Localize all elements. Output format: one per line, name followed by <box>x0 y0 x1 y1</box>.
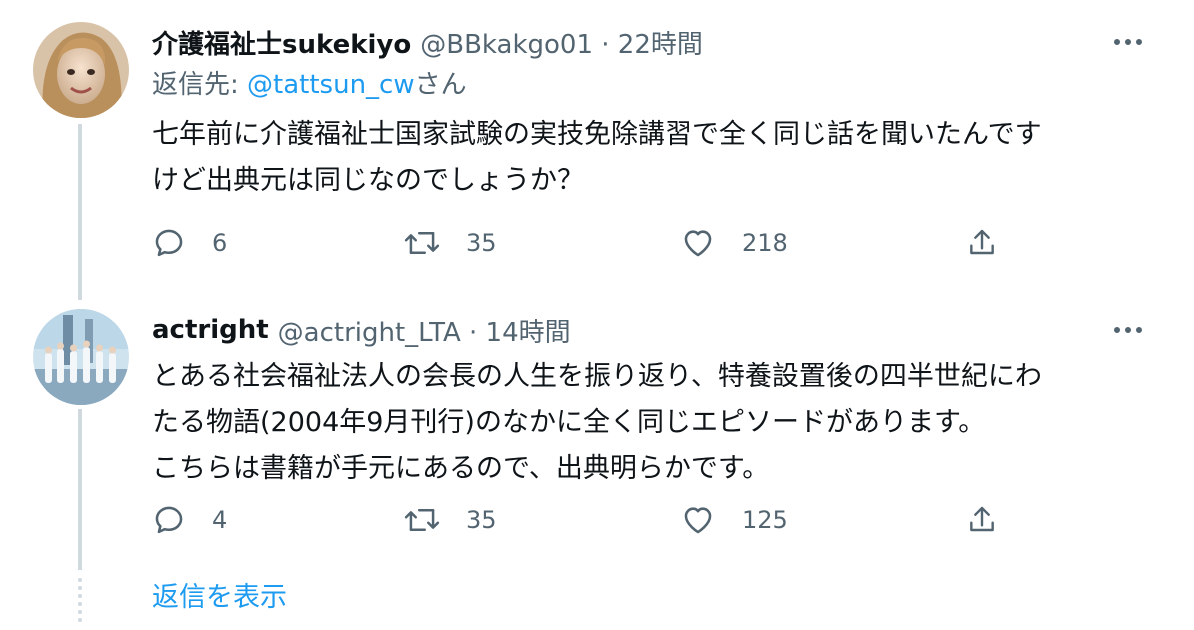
tweet-header: actright @actright_LTA · 14時間 <box>152 310 1154 350</box>
retweet-count: 35 <box>466 506 497 534</box>
avatar[interactable] <box>33 309 129 405</box>
more-horizontal-icon <box>1114 327 1142 333</box>
thread-continuation-dots <box>78 578 82 622</box>
reply-thread: 介護福祉士sukekiyo @BBkakgo01 · 22時間 返信先: @ta… <box>0 0 1194 630</box>
like-count: 218 <box>742 229 788 257</box>
tweet-actions: 4 35 125 <box>152 498 1032 542</box>
reply-to-handle-link[interactable]: @tattsun_cw <box>247 70 415 100</box>
reply-button[interactable]: 6 <box>152 221 227 265</box>
display-name[interactable]: 介護福祉士sukekiyo <box>152 24 411 61</box>
tweet-text: 七年前に介護福祉士国家試験の実技免除講習で全く同じ話を聞いたんです けど出典元は… <box>152 119 1042 196</box>
share-icon <box>970 229 994 255</box>
reply-to: 返信先: @tattsun_cwさん <box>152 62 1154 108</box>
show-replies-row: 返信を表示 <box>0 570 1194 630</box>
more-button[interactable] <box>1110 312 1146 348</box>
like-button[interactable]: 125 <box>680 498 788 542</box>
reply-bubble-icon <box>155 506 183 534</box>
more-horizontal-icon <box>1114 39 1142 45</box>
display-name[interactable]: actright <box>152 315 269 345</box>
show-replies-link[interactable]: 返信を表示 <box>152 578 287 618</box>
more-button[interactable] <box>1110 24 1146 60</box>
handle-and-time[interactable]: @actright_LTA · 14時間 <box>278 312 571 349</box>
avatar[interactable] <box>33 22 129 118</box>
retweet-button[interactable]: 35 <box>404 221 497 265</box>
tweet-text: とある社会福祉法人の会長の人生を振り返り、特養設置後の四半世紀にわ たる物語(2… <box>152 361 1042 484</box>
reply-count: 4 <box>212 506 228 534</box>
tweet-body: 介護福祉士sukekiyo @BBkakgo01 · 22時間 返信先: @ta… <box>152 22 1154 204</box>
thread-line <box>78 409 82 570</box>
share-icon <box>970 506 994 532</box>
share-button[interactable] <box>966 221 998 265</box>
retweet-icon <box>404 509 440 531</box>
thread-line <box>78 124 82 300</box>
reply-to-suffix: さん <box>414 70 467 100</box>
tweet-body: actright @actright_LTA · 14時間 とある社会福祉法人の… <box>152 310 1154 492</box>
like-count: 125 <box>742 506 788 534</box>
tweet[interactable]: 介護福祉士sukekiyo @BBkakgo01 · 22時間 返信先: @ta… <box>0 0 1194 300</box>
reply-button[interactable]: 4 <box>152 498 227 542</box>
reply-count: 6 <box>212 229 228 257</box>
reply-to-prefix: 返信先: <box>152 70 248 100</box>
retweet-icon <box>404 232 440 254</box>
heart-icon <box>684 507 712 534</box>
tweet-actions: 6 35 218 <box>152 221 1032 265</box>
tweet[interactable]: actright @actright_LTA · 14時間 とある社会福祉法人の… <box>0 300 1194 570</box>
like-button[interactable]: 218 <box>680 221 788 265</box>
retweet-button[interactable]: 35 <box>404 498 497 542</box>
retweet-count: 35 <box>466 229 497 257</box>
share-button[interactable] <box>966 498 998 542</box>
heart-icon <box>684 230 712 257</box>
reply-bubble-icon <box>155 229 183 257</box>
handle-and-time[interactable]: @BBkakgo01 · 22時間 <box>420 24 703 61</box>
tweet-header: 介護福祉士sukekiyo @BBkakgo01 · 22時間 <box>152 22 1154 62</box>
